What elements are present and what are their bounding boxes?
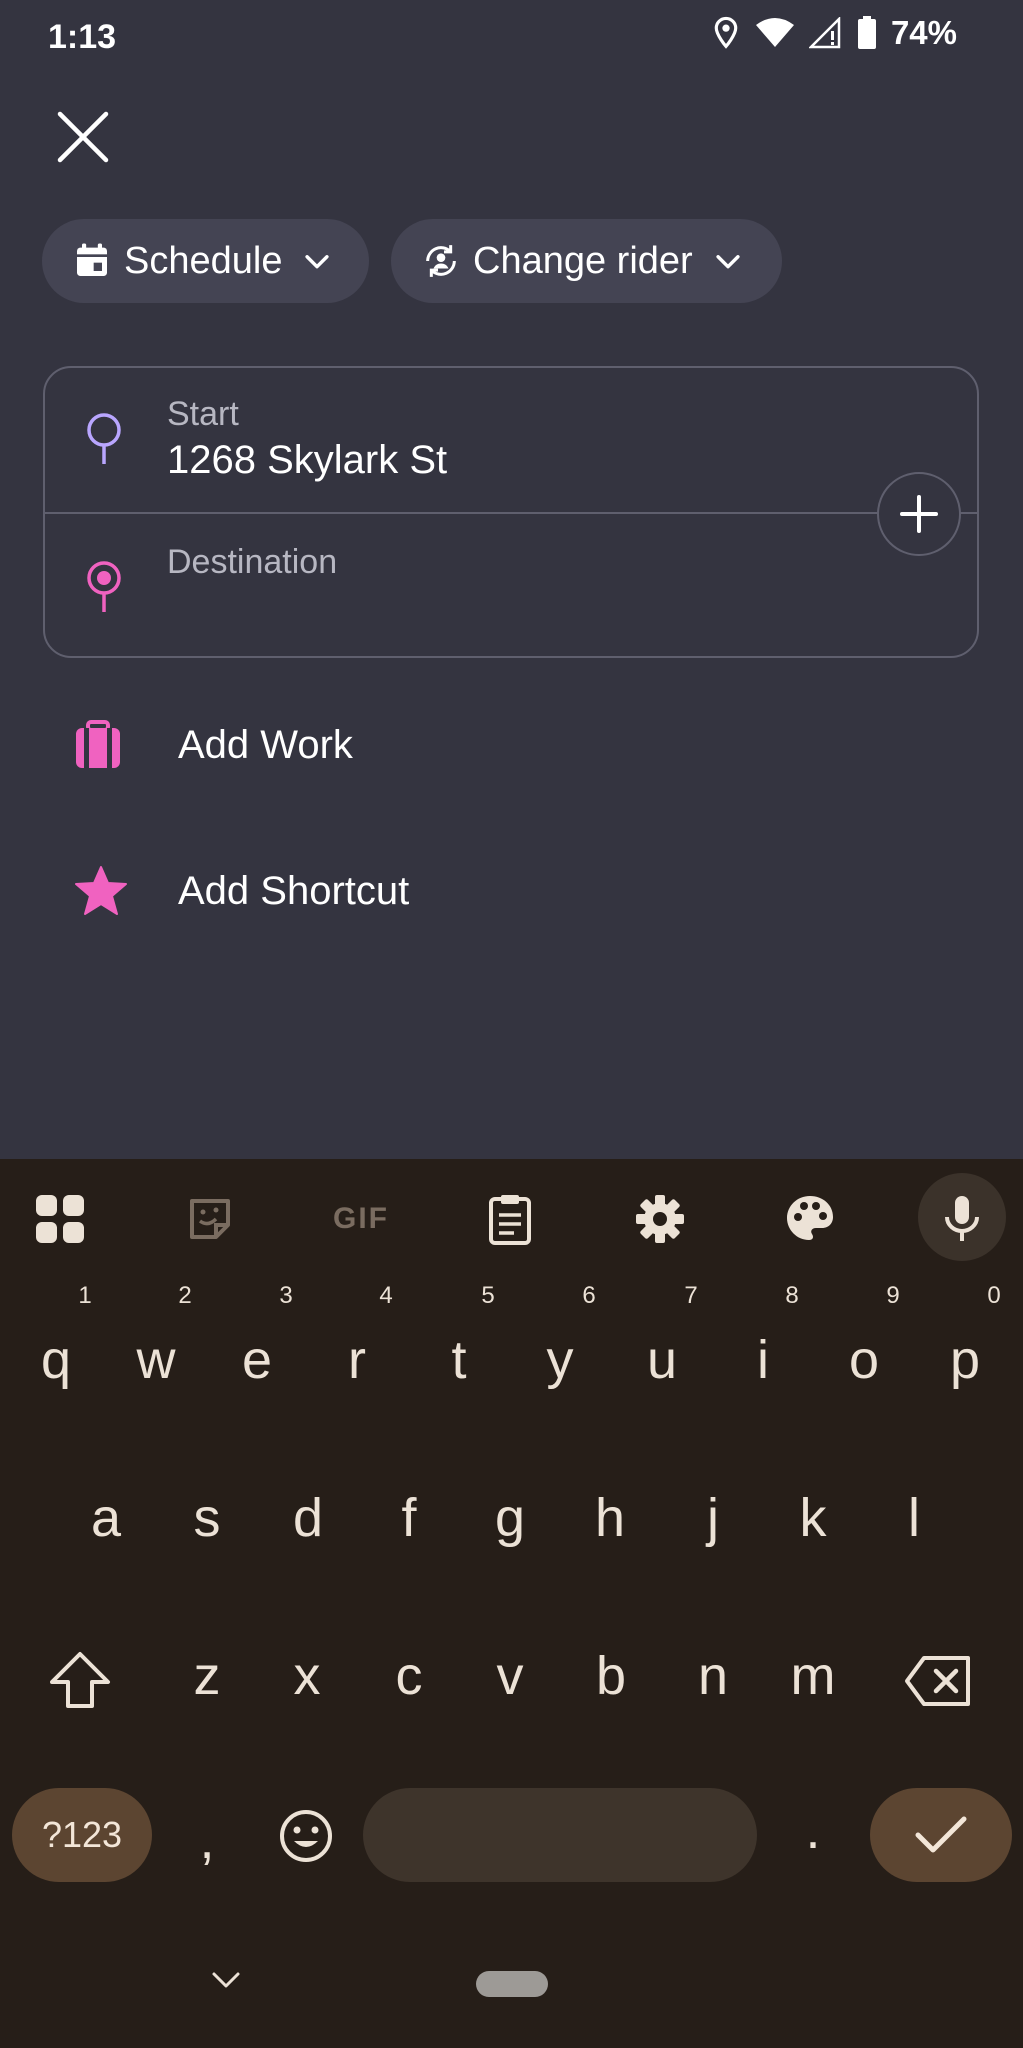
key-b[interactable]: b <box>571 1646 651 1706</box>
key-u[interactable]: u <box>622 1330 702 1390</box>
palette-icon <box>787 1196 833 1240</box>
key-x[interactable]: x <box>267 1646 347 1706</box>
schedule-label: Schedule <box>124 239 283 282</box>
start-pin-icon <box>82 412 126 473</box>
comma-key[interactable]: , <box>167 1810 247 1870</box>
key-a[interactable]: a <box>66 1488 146 1548</box>
change-rider-chip[interactable]: Change rider <box>391 219 782 303</box>
chevron-down-icon <box>212 1972 240 1988</box>
schedule-chip[interactable]: Schedule <box>42 219 369 303</box>
star-icon <box>75 866 127 915</box>
key-hint-2: 2 <box>178 1282 192 1309</box>
gear-icon <box>636 1195 684 1243</box>
status-icons: 74% <box>711 14 957 52</box>
add-work-label: Add Work <box>178 722 353 767</box>
hide-keyboard-button[interactable] <box>208 1968 244 1997</box>
enter-key[interactable] <box>870 1788 1012 1882</box>
backspace-key[interactable] <box>904 1654 974 1713</box>
chevron-down-icon <box>305 255 330 269</box>
battery-icon <box>857 16 876 49</box>
symbols-key[interactable]: ?123 <box>12 1788 152 1882</box>
clipboard-button[interactable] <box>478 1187 542 1251</box>
key-e[interactable]: e <box>217 1330 297 1390</box>
mic-icon <box>945 1196 979 1241</box>
check-icon <box>915 1816 967 1853</box>
add-work-item[interactable]: Add Work <box>70 715 770 775</box>
key-hint-9: 9 <box>886 1282 900 1309</box>
settings-button[interactable] <box>628 1187 692 1251</box>
key-t[interactable]: t <box>419 1330 499 1390</box>
key-hint-6: 6 <box>582 1282 596 1309</box>
destination-field[interactable]: Destination <box>167 543 337 582</box>
key-v[interactable]: v <box>470 1646 550 1706</box>
key-hint-0: 0 <box>987 1282 1001 1309</box>
key-j[interactable]: j <box>673 1488 753 1548</box>
key-p[interactable]: p <box>925 1330 1005 1390</box>
battery-percentage: 74% <box>890 14 957 51</box>
space-key[interactable] <box>363 1788 757 1882</box>
key-q[interactable]: q <box>16 1330 96 1390</box>
key-h[interactable]: h <box>570 1488 650 1548</box>
key-hint-5: 5 <box>481 1282 495 1309</box>
key-w[interactable]: w <box>116 1330 196 1390</box>
key-y[interactable]: y <box>520 1330 600 1390</box>
key-hint-8: 8 <box>785 1282 799 1309</box>
emoji-key[interactable] <box>278 1808 334 1869</box>
signal-icon <box>808 17 841 49</box>
key-c[interactable]: c <box>369 1646 449 1706</box>
add-shortcut-label: Add Shortcut <box>178 868 410 913</box>
location-icon <box>714 16 738 49</box>
keyboard <box>0 1159 1023 2048</box>
key-n[interactable]: n <box>673 1646 753 1706</box>
route-divider <box>44 512 979 514</box>
shift-key[interactable] <box>48 1650 112 1715</box>
close-icon <box>57 111 109 163</box>
key-hint-1: 1 <box>78 1282 92 1309</box>
shift-icon <box>50 1652 110 1708</box>
key-hint-3: 3 <box>279 1282 293 1309</box>
key-g[interactable]: g <box>470 1488 550 1548</box>
wifi-icon <box>755 18 794 47</box>
sticker-button[interactable] <box>178 1187 242 1251</box>
key-k[interactable]: k <box>773 1488 853 1548</box>
key-o[interactable]: o <box>824 1330 904 1390</box>
destination-pin-icon <box>82 560 126 621</box>
start-field[interactable]: Start 1268 Skylark St <box>167 395 447 483</box>
key-hint-7: 7 <box>684 1282 698 1309</box>
add-shortcut-item[interactable]: Add Shortcut <box>74 861 774 921</box>
key-z[interactable]: z <box>167 1646 247 1706</box>
theme-button[interactable] <box>778 1187 842 1251</box>
key-s[interactable]: s <box>167 1488 247 1548</box>
briefcase-icon <box>76 720 120 768</box>
period-key[interactable]: . <box>773 1800 853 1860</box>
start-value: 1268 Skylark St <box>167 438 448 482</box>
add-stop-button[interactable] <box>877 472 961 556</box>
key-l[interactable]: l <box>874 1488 954 1548</box>
calendar-icon <box>77 243 107 276</box>
apps-grid-button[interactable] <box>28 1187 92 1251</box>
gif-button[interactable]: GIF <box>326 1187 396 1251</box>
start-label: Start <box>167 395 239 433</box>
key-f[interactable]: f <box>369 1488 449 1548</box>
key-m[interactable]: m <box>773 1646 853 1706</box>
status-time: 1:13 <box>48 18 117 56</box>
clipboard-icon <box>489 1195 531 1245</box>
emoji-icon <box>280 1810 332 1862</box>
key-i[interactable]: i <box>723 1330 803 1390</box>
sticker-icon <box>190 1199 230 1239</box>
switch-account-icon <box>426 245 456 277</box>
key-hint-4: 4 <box>379 1282 393 1309</box>
home-gesture-handle[interactable] <box>476 1971 548 1997</box>
key-r[interactable]: r <box>317 1330 397 1390</box>
apps-grid-icon <box>36 1195 84 1243</box>
key-d[interactable]: d <box>268 1488 348 1548</box>
change-rider-label: Change rider <box>473 239 693 282</box>
close-button[interactable] <box>50 104 116 170</box>
plus-icon <box>900 495 938 533</box>
mic-icon-wrap <box>930 1187 994 1251</box>
chevron-down-icon <box>716 255 740 269</box>
backspace-icon <box>905 1656 970 1706</box>
